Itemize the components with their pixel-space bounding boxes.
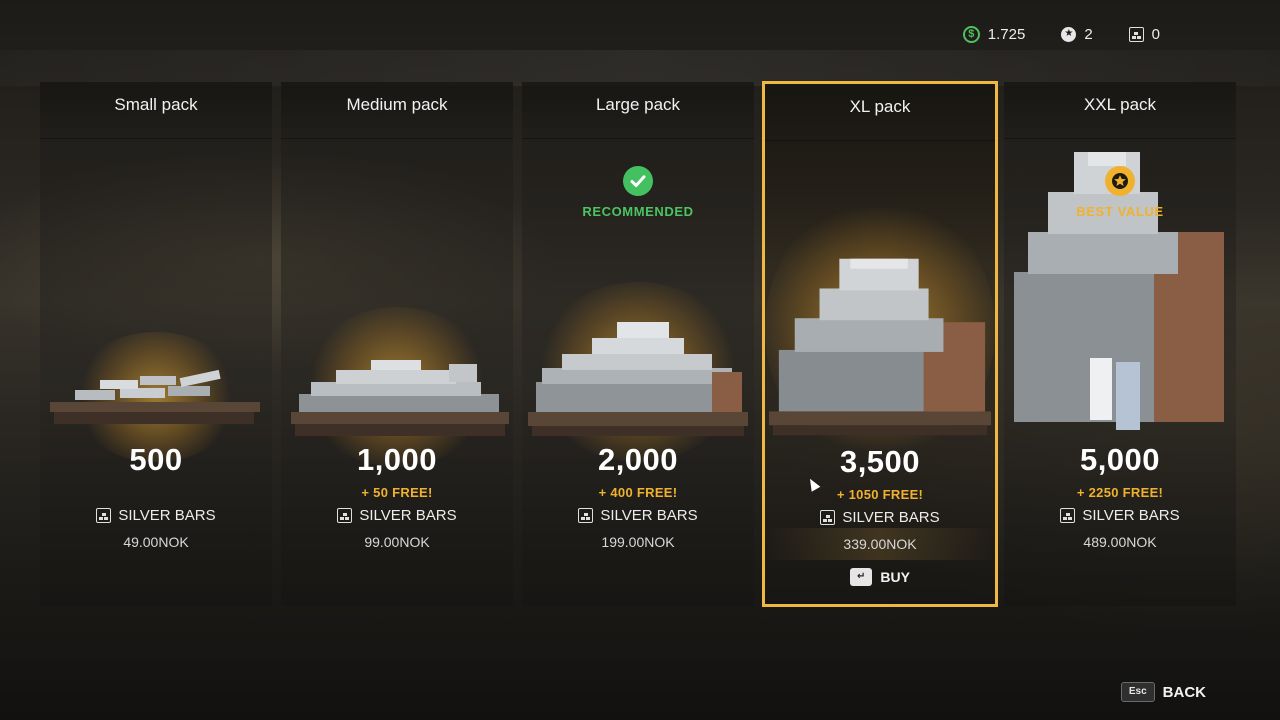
pack-amount: 5,000 [1079, 442, 1161, 477]
pack-price: 49.00NOK [123, 534, 189, 550]
silver-bars-pile-xl [768, 258, 992, 436]
silver-bars-icon [578, 508, 594, 523]
pack-amount: 1,000 [356, 442, 438, 477]
pack-currency-line: SILVER BARS [40, 507, 272, 524]
pack-currency-label: SILVER BARS [118, 507, 216, 524]
pack-amount: 3,500 [839, 444, 921, 479]
silver-bars-balance: 0 [1128, 25, 1160, 43]
pack-amount: 2,000 [597, 442, 679, 477]
silver-bars-pile-small [50, 369, 260, 424]
pack-price: 489.00NOK [1083, 534, 1157, 550]
pack-currency-line: SILVER BARS [281, 507, 513, 524]
pack-currency-line: SILVER BARS [765, 509, 995, 526]
currency-bar: $ 1.725 ★ 2 0 [962, 24, 1160, 44]
pack-bonus: + 1050 FREE! [836, 487, 924, 502]
pack-card-xxl[interactable]: XXL pack BEST VALUE 5,000 + 2250 FREE! S… [1004, 82, 1236, 606]
points-value: 2 [1084, 25, 1093, 43]
enter-key-icon: ↵ [850, 568, 873, 586]
silver-bars-pile-xxl [1014, 152, 1224, 430]
best-value-label: BEST VALUE [1076, 204, 1164, 219]
buy-button[interactable]: ↵ BUY [765, 568, 995, 586]
money-balance: $ 1.725 [962, 25, 1026, 43]
pack-price: 99.00NOK [364, 534, 430, 550]
top-strip [0, 50, 1280, 86]
pack-currency-label: SILVER BARS [359, 507, 457, 524]
pack-bonus: + 400 FREE! [598, 485, 678, 500]
star-badge-icon [1105, 166, 1135, 196]
pack-card-small[interactable]: Small pack 500 SILVER BARS 49.00NOK [40, 82, 272, 606]
silver-bars-value: 0 [1151, 25, 1160, 43]
esc-key-icon: Esc [1120, 682, 1155, 702]
pack-bonus: + 2250 FREE! [1076, 485, 1164, 500]
silver-bars-pile-large [528, 322, 748, 436]
pack-currency-label: SILVER BARS [600, 507, 698, 524]
silver-bars-icon [1128, 26, 1144, 42]
silver-bars-icon [820, 510, 836, 525]
money-value: 1.725 [987, 25, 1026, 43]
silver-bars-pile-medium [291, 360, 509, 436]
pack-currency-line: SILVER BARS [522, 507, 754, 524]
silver-bars-icon [96, 508, 112, 523]
pack-bonus: + 50 FREE! [361, 485, 433, 500]
pack-price: 339.00NOK [843, 536, 917, 552]
pack-currency-label: SILVER BARS [1082, 507, 1180, 524]
pack-amount: 500 [129, 442, 183, 477]
buy-label: BUY [880, 569, 910, 585]
pack-price: 199.00NOK [601, 534, 675, 550]
pack-currency-line: SILVER BARS [1004, 507, 1236, 524]
pack-currency-label: SILVER BARS [842, 509, 940, 526]
points-balance: ★ 2 [1061, 25, 1093, 43]
silver-bars-icon [1060, 508, 1076, 523]
star-coin-icon: ★ [1061, 26, 1077, 42]
back-button[interactable]: Esc BACK [1120, 682, 1206, 702]
pack-card-xl[interactable]: XL pack 3,500 + 1050 FREE! SILVER BARS 3… [762, 81, 998, 607]
pack-card-medium[interactable]: Medium pack 1,000 + 50 FREE! SILVER BARS… [281, 82, 513, 606]
back-label: BACK [1162, 683, 1206, 701]
pack-card-large[interactable]: Large pack RECOMMENDED 2,000 + 400 FREE!… [522, 82, 754, 606]
best-value-badge: BEST VALUE [1004, 166, 1236, 219]
silver-bars-icon [337, 508, 353, 523]
dollar-icon: $ [962, 25, 980, 43]
